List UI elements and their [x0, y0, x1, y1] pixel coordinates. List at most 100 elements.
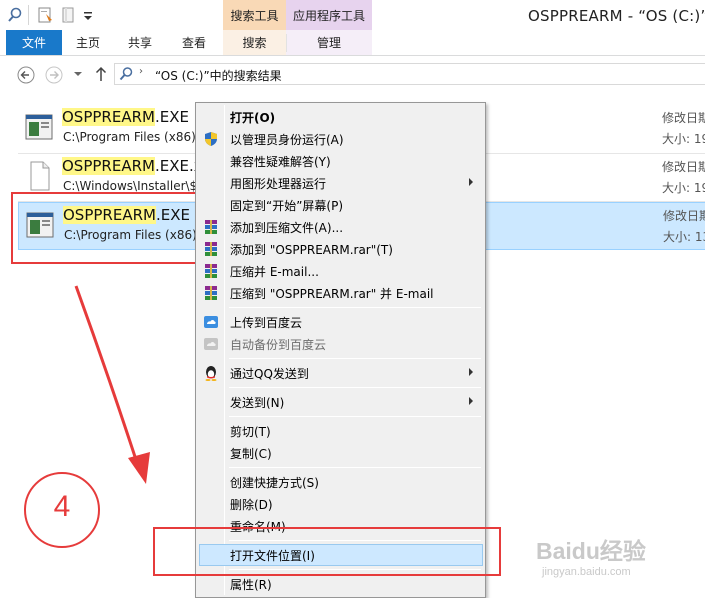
tab-file[interactable]: 文件: [6, 30, 62, 55]
window-title: OSPPREARM - “OS (C:)”中: [528, 7, 705, 25]
menu-item-label: 兼容性疑难解答(Y): [230, 155, 331, 169]
size-label: 大小: 19: [662, 130, 705, 147]
modified-label: 修改日期: [662, 160, 705, 174]
blank-file-icon: [30, 161, 50, 191]
menu-item-send-to[interactable]: 发送到(N): [199, 391, 483, 413]
menu-item-upload-baidu[interactable]: 上传到百度云: [199, 311, 483, 333]
menu-item-label: 添加到压缩文件(A)...: [230, 221, 344, 235]
submenu-arrow-icon: [469, 397, 473, 405]
menu-item-compress-email[interactable]: 压缩并 E-mail...: [199, 260, 483, 282]
file-path: C:\Program Files (x86)\: [63, 130, 198, 144]
menu-item-compat-troubleshoot[interactable]: 兼容性疑难解答(Y): [199, 150, 483, 172]
address-path: “OS (C:)”中的搜索结果: [155, 69, 282, 83]
menu-separator: [229, 307, 481, 308]
menu-item-label: 固定到“开始”屏幕(P): [230, 199, 344, 213]
watermark-url: jingyan.baidu.com: [542, 566, 631, 578]
search-location-icon: [119, 67, 133, 81]
winrar-icon: [205, 264, 217, 278]
step-number-badge: 4: [24, 472, 100, 548]
menu-item-label: 用图形处理器运行: [230, 177, 327, 191]
size-value: 13: [694, 230, 705, 244]
menu-item-pin-to-start[interactable]: 固定到“开始”屏幕(P): [199, 194, 483, 216]
menu-item-label: 删除(D): [230, 498, 273, 512]
menu-item-label: 添加到 "OSPPREARM.rar"(T): [230, 243, 393, 257]
search-icon[interactable]: [6, 6, 24, 24]
size-value: 19: [693, 132, 705, 146]
tab-share[interactable]: 共享: [118, 30, 162, 55]
menu-item-delete[interactable]: 删除(D): [199, 493, 483, 515]
menu-item-compress-to-rar-email[interactable]: 压缩到 "OSPPREARM.rar" 并 E-mail: [199, 282, 483, 304]
new-folder-icon[interactable]: [60, 6, 78, 24]
quick-access-divider: [28, 5, 29, 25]
address-bar: › “OS (C:)”中的搜索结果: [0, 56, 705, 92]
menu-item-add-to-rar[interactable]: 添加到 "OSPPREARM.rar"(T): [199, 238, 483, 260]
back-arrow-icon[interactable]: [17, 66, 35, 84]
file-path: C:\Windows\Installer\$: [63, 179, 198, 193]
watermark-logo: Baidu经验: [536, 538, 646, 564]
menu-item-label: 发送到(N): [230, 396, 285, 410]
step-number: 4: [53, 490, 71, 523]
menu-item-send-via-qq[interactable]: 通过QQ发送到: [199, 362, 483, 384]
uac-shield-icon: [205, 132, 217, 146]
breadcrumb-chevron-icon[interactable]: ›: [139, 66, 143, 77]
name-highlight: OSPPREARM: [62, 157, 155, 175]
menu-item-create-shortcut[interactable]: 创建快捷方式(S): [199, 471, 483, 493]
title-bar: 搜索工具 应用程序工具 OSPPREARM - “OS (C:)”中: [0, 0, 705, 30]
customize-quick-access-icon[interactable]: [82, 6, 94, 24]
menu-item-add-to-archive[interactable]: 添加到压缩文件(A)...: [199, 216, 483, 238]
menu-separator: [229, 358, 481, 359]
size-label: 大小: 13: [663, 228, 705, 245]
menu-item-label: 压缩并 E-mail...: [230, 265, 319, 279]
menu-item-label: 上传到百度云: [230, 316, 303, 330]
context-tab-search-tools: 搜索工具: [223, 0, 286, 30]
file-name: OSPPREARM.EXE: [62, 108, 189, 126]
size-value: 19: [693, 181, 705, 195]
annotation-highlight-menu-item: [153, 527, 501, 576]
tab-manage[interactable]: 管理: [286, 30, 372, 55]
menu-item-run-with-gpu[interactable]: 用图形处理器运行: [199, 172, 483, 194]
baidu-cloud-icon: [204, 316, 218, 328]
tab-search[interactable]: 搜索: [223, 30, 286, 55]
menu-item-label: 打开(O): [230, 111, 276, 125]
winrar-icon: [205, 220, 217, 234]
up-arrow-icon[interactable]: [94, 66, 108, 82]
menu-item-cut[interactable]: 剪切(T): [199, 420, 483, 442]
modified-label: 修改日期: [663, 209, 705, 223]
address-field[interactable]: › “OS (C:)”中的搜索结果: [114, 63, 705, 85]
annotation-arrow-icon: [74, 285, 150, 484]
ribbon-tabs: 文件 主页 共享 查看 搜索 管理: [0, 30, 705, 56]
tab-home[interactable]: 主页: [66, 30, 110, 55]
qq-penguin-icon: [205, 366, 217, 381]
modified-label: 修改日期: [662, 111, 705, 125]
menu-item-open[interactable]: 打开(O): [199, 106, 483, 128]
menu-item-label: 属性(R): [230, 578, 272, 592]
name-rest: .EXE: [154, 108, 189, 126]
submenu-arrow-icon: [469, 178, 473, 186]
menu-item-label: 自动备份到百度云: [230, 338, 327, 352]
size-prefix: 大小:: [662, 132, 694, 146]
tab-view[interactable]: 查看: [172, 30, 216, 55]
menu-item-properties[interactable]: 属性(R): [199, 573, 483, 595]
menu-item-label: 通过QQ发送到: [230, 367, 309, 381]
menu-item-label: 剪切(T): [230, 425, 271, 439]
size-label: 大小: 19: [662, 179, 705, 196]
properties-icon[interactable]: [37, 6, 55, 24]
menu-item-copy[interactable]: 复制(C): [199, 442, 483, 464]
menu-separator: [229, 387, 481, 388]
menu-item-auto-backup-baidu: 自动备份到百度云: [199, 333, 483, 355]
submenu-arrow-icon: [469, 368, 473, 376]
size-prefix: 大小:: [663, 230, 695, 244]
tab-divider: [286, 34, 287, 52]
menu-item-run-as-admin[interactable]: 以管理员身份运行(A): [199, 128, 483, 150]
baidu-jingyan-watermark: Baidu经验 jingyan.baidu.com: [536, 532, 701, 594]
recent-locations-chevron-icon[interactable]: [73, 69, 83, 79]
size-prefix: 大小:: [662, 181, 694, 195]
forward-arrow-icon[interactable]: [45, 66, 63, 84]
winrar-icon: [205, 242, 217, 256]
menu-separator: [229, 467, 481, 468]
menu-item-label: 压缩到 "OSPPREARM.rar" 并 E-mail: [230, 287, 434, 301]
menu-item-label: 以管理员身份运行(A): [230, 133, 344, 147]
context-menu: 打开(O) 以管理员身份运行(A) 兼容性疑难解答(Y) 用图形处理器运行 固定…: [195, 102, 486, 598]
context-tab-app-tools: 应用程序工具: [286, 0, 372, 30]
file-name: OSPPREARM.EXE.x: [62, 157, 203, 175]
